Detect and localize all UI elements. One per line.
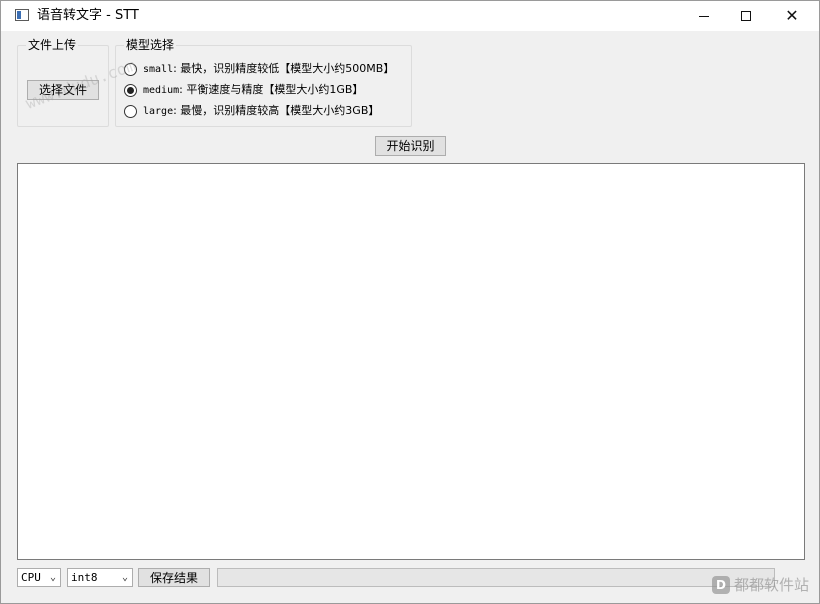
app-window: 语音转文字 - STT ✕ 文件上传 选择文件 模型选择 small: 最快，识… (0, 0, 820, 604)
maximize-icon (741, 11, 751, 21)
window-title: 语音转文字 - STT (37, 8, 139, 23)
save-result-button[interactable]: 保存结果 (138, 568, 210, 587)
progress-bar (217, 568, 775, 587)
app-window-icon (15, 9, 29, 21)
result-text-area[interactable] (17, 163, 805, 560)
device-select[interactable]: CPU ⌄ (17, 568, 61, 587)
minimize-button[interactable] (681, 1, 727, 31)
model-select-group-title: 模型选择 (124, 38, 177, 52)
minimize-icon (699, 15, 709, 17)
radio-label-medium: medium: 平衡速度与精度【模型大小约1GB】 (143, 82, 364, 96)
close-button[interactable]: ✕ (769, 1, 815, 31)
device-select-value: CPU (21, 571, 41, 584)
radio-label-large: large: 最慢，识别精度较高【模型大小约3GB】 (143, 103, 380, 117)
brand-logo-icon: D (711, 575, 730, 594)
radio-option-large[interactable]: large: 最慢，识别精度较高【模型大小约3GB】 (124, 102, 379, 120)
compute-type-select-value: int8 (71, 571, 98, 584)
file-upload-group-title: 文件上传 (26, 38, 79, 52)
close-icon: ✕ (785, 6, 799, 25)
maximize-button[interactable] (723, 1, 769, 31)
chevron-down-icon: ⌄ (49, 572, 56, 583)
start-recognition-button[interactable]: 开始识别 (375, 136, 446, 156)
chevron-down-icon: ⌄ (121, 572, 128, 583)
watermark-brand: D 都都软件站 (711, 574, 809, 595)
radio-option-small[interactable]: small: 最快，识别精度较低【模型大小约500MB】 (124, 60, 394, 78)
radio-button-medium[interactable] (124, 83, 137, 97)
title-bar[interactable]: 语音转文字 - STT ✕ (1, 1, 819, 31)
watermark-brand-text: 都都软件站 (733, 576, 809, 594)
compute-type-select[interactable]: int8 ⌄ (67, 568, 133, 587)
radio-button-large[interactable] (124, 104, 137, 118)
radio-label-small: small: 最快，识别精度较低【模型大小约500MB】 (143, 61, 395, 75)
radio-option-medium[interactable]: medium: 平衡速度与精度【模型大小约1GB】 (124, 81, 363, 99)
